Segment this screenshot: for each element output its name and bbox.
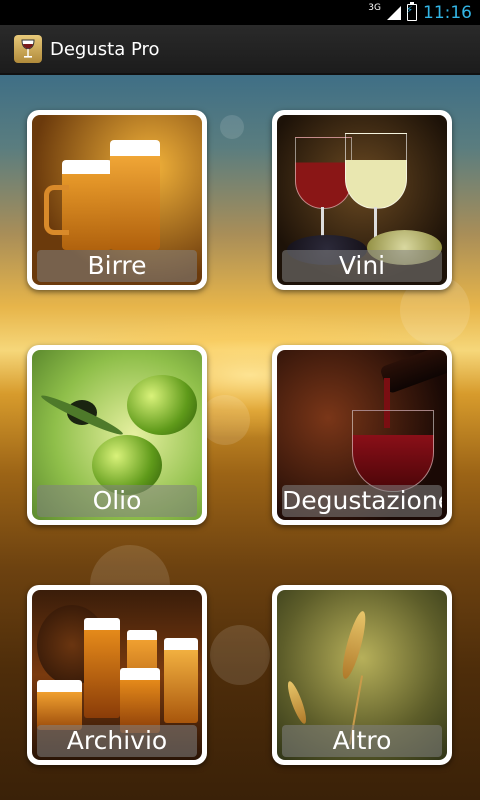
app-title: Degusta Pro bbox=[50, 38, 160, 60]
tile-label: Birre bbox=[37, 250, 197, 282]
wine-glass-icon[interactable] bbox=[14, 35, 42, 63]
tile-degustazione[interactable]: Degustazione bbox=[272, 345, 452, 525]
status-bar: 3G 11:16 bbox=[0, 0, 480, 25]
bokeh-light bbox=[220, 115, 244, 139]
bokeh-light bbox=[210, 625, 270, 685]
tile-altro[interactable]: Altro bbox=[272, 585, 452, 765]
action-bar: Degusta Pro bbox=[0, 25, 480, 75]
tile-label: Degustazione bbox=[282, 485, 442, 517]
tile-label: Olio bbox=[37, 485, 197, 517]
tile-vini[interactable]: Vini bbox=[272, 110, 452, 290]
status-icons: 3G 11:16 bbox=[368, 0, 472, 25]
tile-label: Altro bbox=[282, 725, 442, 757]
tile-label: Vini bbox=[282, 250, 442, 282]
tile-archivio[interactable]: Archivio bbox=[27, 585, 207, 765]
battery-charging-icon bbox=[406, 2, 417, 21]
signal-icon bbox=[387, 5, 401, 20]
status-clock: 11:16 bbox=[423, 2, 472, 23]
tile-label: Archivio bbox=[37, 725, 197, 757]
bokeh-light bbox=[200, 395, 250, 445]
tile-olio[interactable]: Olio bbox=[27, 345, 207, 525]
network-type: 3G bbox=[368, 2, 381, 13]
tile-birre[interactable]: Birre bbox=[27, 110, 207, 290]
